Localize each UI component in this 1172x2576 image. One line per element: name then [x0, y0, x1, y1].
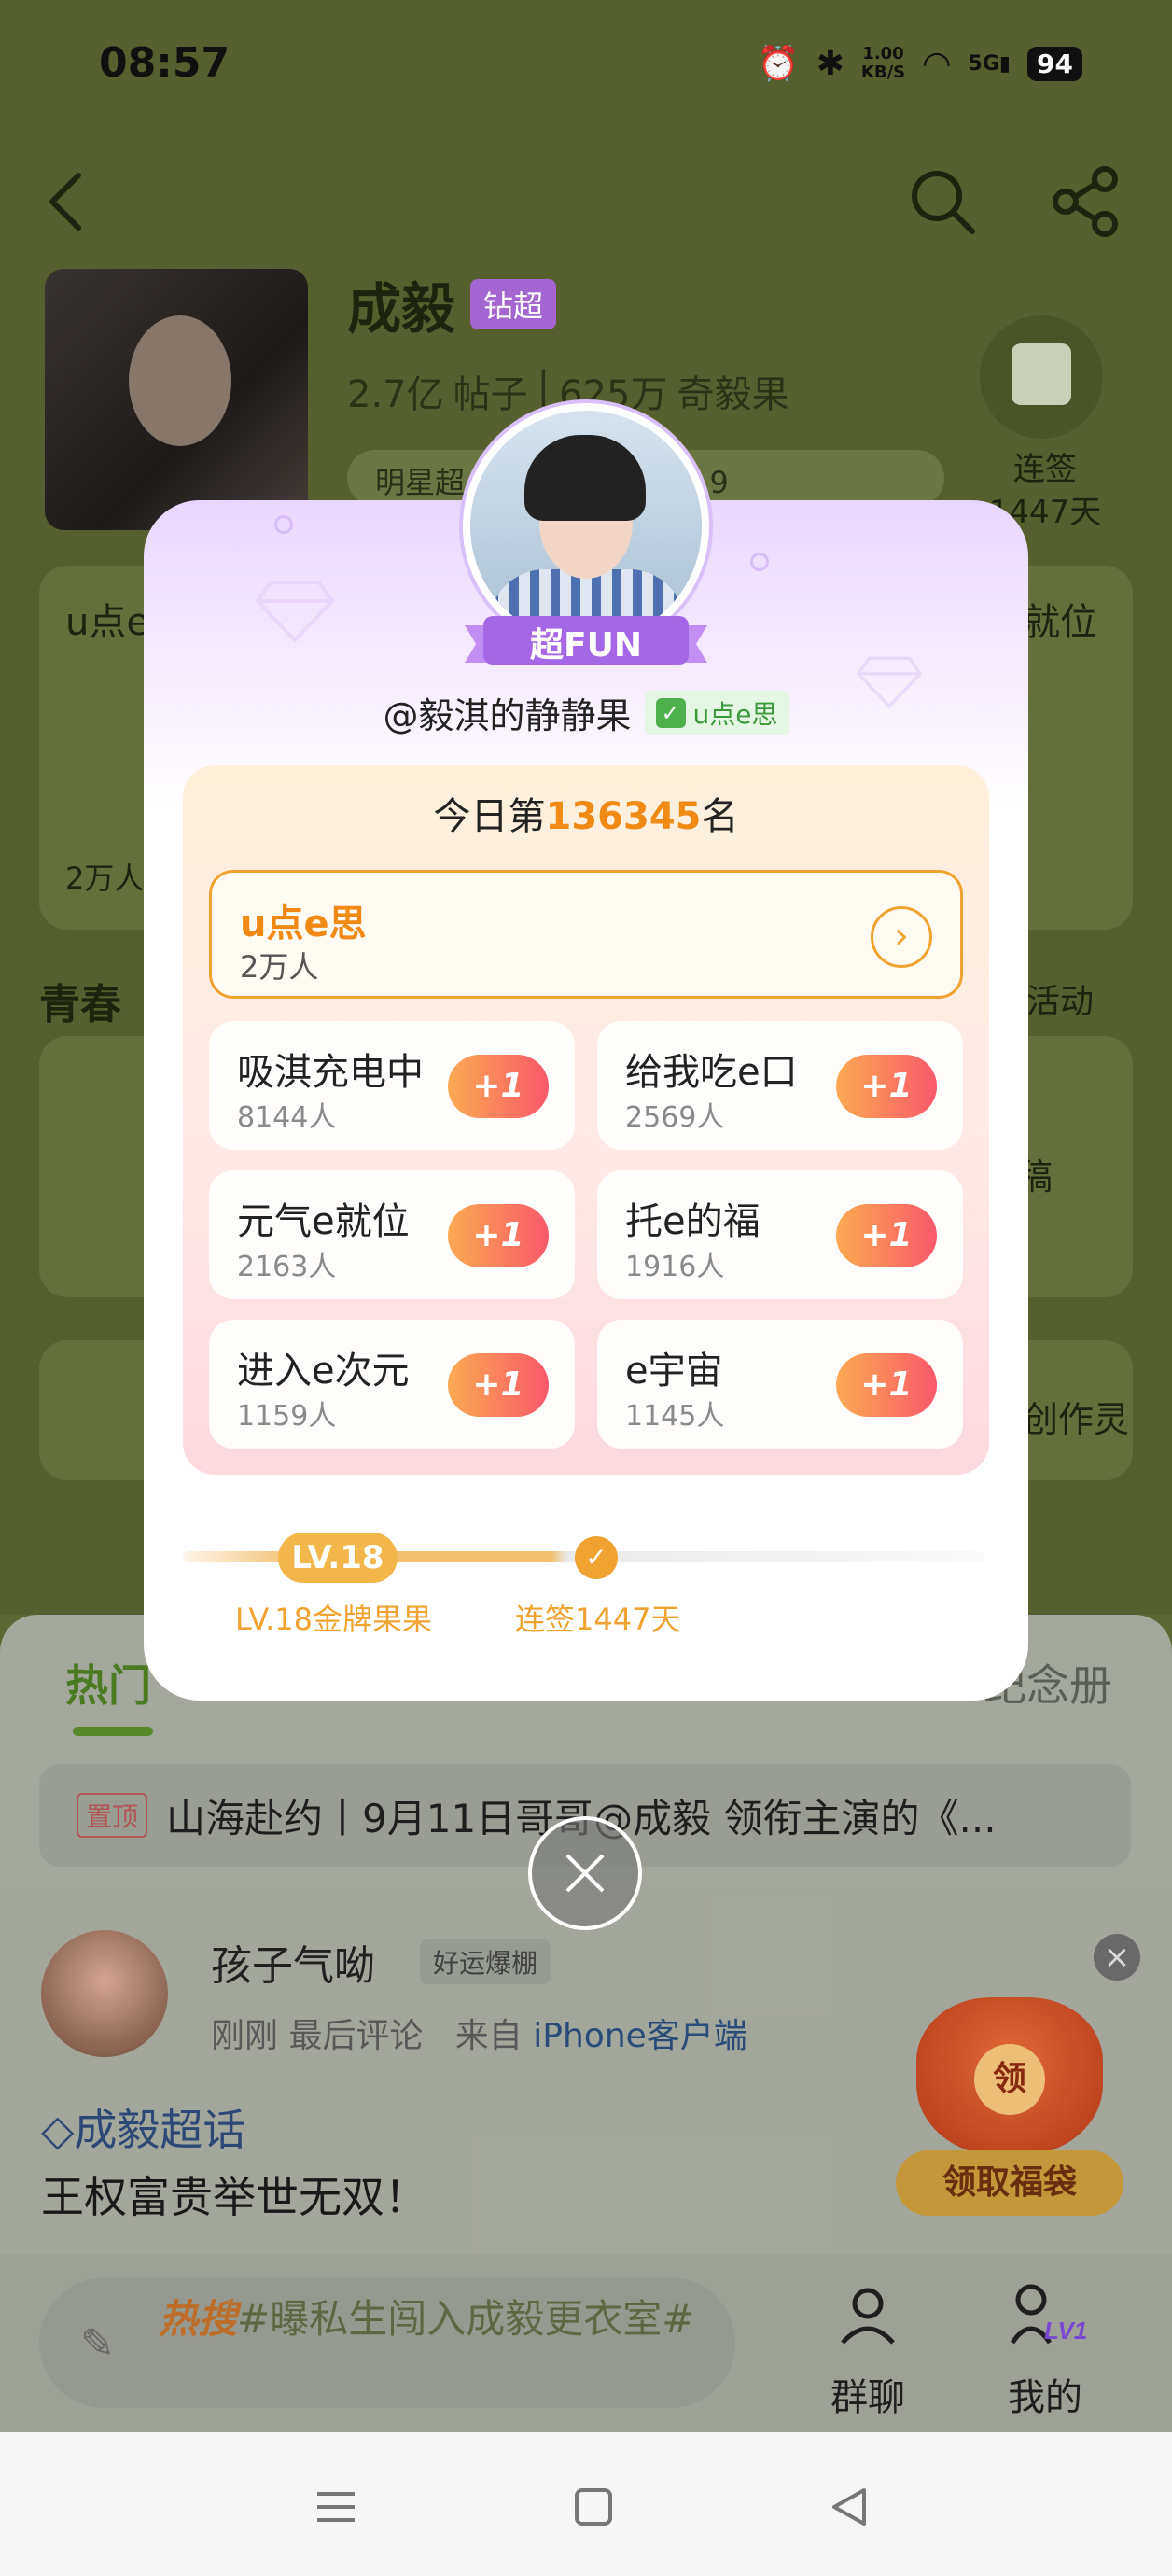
group-card[interactable]: 元气e就位 2163人 +1 [209, 1170, 575, 1299]
chevron-right-icon[interactable]: › [871, 906, 932, 968]
group-count: 1159人 [237, 1400, 337, 1433]
popup-group-badge-label: u点e思 [692, 698, 778, 730]
close-popup-button[interactable] [528, 1816, 642, 1930]
main-group-card[interactable]: u点e思 2万人 › [209, 870, 963, 999]
main-group-name: u点e思 [240, 903, 367, 945]
chao-fun-label: 超FUN [530, 626, 642, 665]
group-count: 2163人 [237, 1251, 337, 1283]
popup-user-row: @毅淇的静静果 ✓ u点e思 [144, 687, 1028, 738]
check-icon: ✓ [575, 1536, 618, 1579]
level-label: LV.18金牌果果 [235, 1602, 432, 1637]
sparkle-dot [750, 553, 769, 571]
sparkle-dot [274, 515, 293, 534]
group-card[interactable]: 托e的福 1916人 +1 [597, 1170, 963, 1299]
diamond-decoration-icon [256, 581, 334, 643]
plus-one-button[interactable]: +1 [836, 1055, 937, 1118]
group-card[interactable]: e宇宙 1145人 +1 [597, 1320, 963, 1449]
group-card[interactable]: 给我吃e口 2569人 +1 [597, 1021, 963, 1150]
group-card[interactable]: 进入e次元 1159人 +1 [209, 1320, 575, 1449]
plus-one-button[interactable]: +1 [448, 1204, 549, 1267]
group-name: 进入e次元 [237, 1350, 410, 1393]
back-nav-icon[interactable] [821, 2479, 877, 2535]
group-count: 2569人 [625, 1101, 725, 1134]
popup-group-badge: ✓ u点e思 [644, 690, 789, 735]
group-name: e宇宙 [625, 1350, 723, 1393]
group-count: 8144人 [237, 1101, 337, 1134]
group-count: 1916人 [625, 1251, 725, 1283]
plus-one-button[interactable]: +1 [448, 1055, 549, 1118]
popup-username[interactable]: @毅淇的静静果 [384, 687, 632, 738]
today-rank: 今日第136345名 [183, 786, 989, 840]
streak-label: 连签1447天 [515, 1602, 681, 1637]
rank-number: 136345 [545, 795, 702, 838]
group-count: 1145人 [625, 1400, 725, 1433]
plus-one-button[interactable]: +1 [836, 1353, 937, 1417]
level-badge: LV.18 [278, 1533, 398, 1583]
group-card[interactable]: 吸淇充电中 8144人 +1 [209, 1021, 575, 1150]
group-name: 吸淇充电中 [237, 1051, 424, 1094]
rank-suffix: 名 [701, 795, 739, 838]
check-icon: ✓ [655, 697, 686, 728]
plus-one-button[interactable]: +1 [836, 1204, 937, 1267]
main-group-count: 2万人 [240, 949, 319, 985]
home-icon[interactable] [565, 2479, 621, 2535]
menu-icon[interactable] [308, 2479, 364, 2535]
plus-one-button[interactable]: +1 [448, 1353, 549, 1417]
group-name: 托e的福 [625, 1200, 760, 1243]
group-name: 元气e就位 [237, 1200, 410, 1243]
rank-prefix: 今日第 [433, 795, 546, 838]
system-nav-bar [0, 2432, 1172, 2576]
chao-fun-badge: 超FUN [465, 610, 707, 672]
group-name: 给我吃e口 [625, 1051, 798, 1094]
